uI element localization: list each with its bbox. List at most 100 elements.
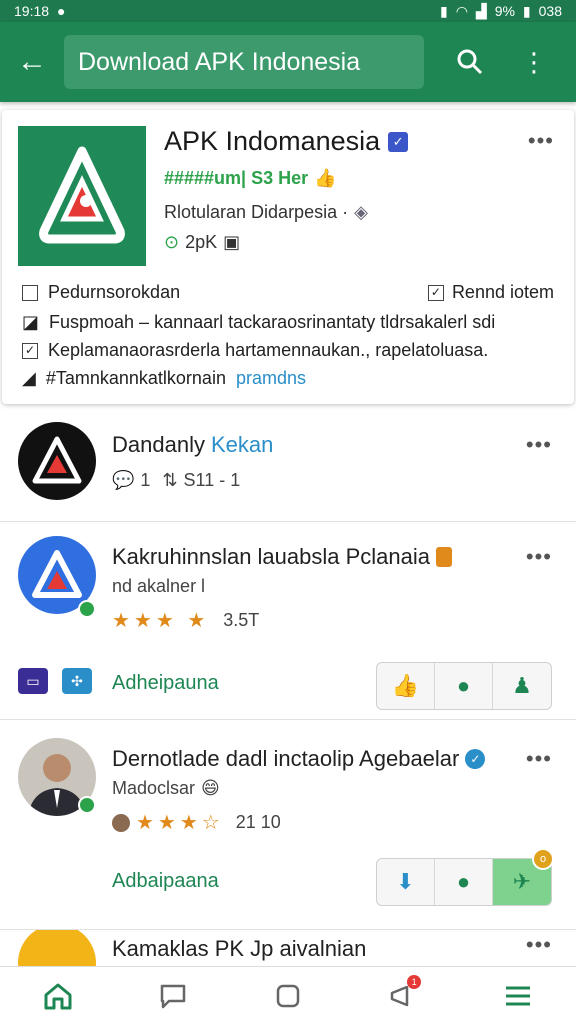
more-horiz-icon[interactable]: ••• (526, 932, 552, 958)
apk-logo-icon (39, 146, 125, 244)
apk-logo-icon (32, 550, 82, 598)
feature-label: Fuspmoah – kannaarl tackaraosrinantaty t… (49, 312, 496, 332)
item-title-link[interactable]: Kekan (211, 432, 273, 458)
developer-line: Rlotularan Didarpesia · ◈ (164, 202, 368, 223)
rating-line: #####um| S3 Her 👍 (164, 168, 337, 189)
verified-icon: ✓ (388, 131, 409, 152)
developer-name: Rlotularan Didarpesia · (164, 202, 349, 222)
item-title: Dernotlade dadl inctaolip Agebaelar ✓ (112, 746, 486, 772)
online-badge (78, 600, 96, 618)
rating-row: ★★★☆ 21 10 (112, 810, 281, 835)
status-bar: 19:18 ● ▮ ◠ ▟ 9% ▮ 038 (0, 0, 576, 22)
list-item[interactable]: Kamaklas PK Jp aivalnian ••• (0, 930, 576, 966)
avatar (18, 422, 96, 500)
online-badge (78, 796, 96, 814)
app-title: APK Indomanesia ✓ (164, 126, 409, 157)
menu-icon (506, 986, 531, 1005)
item-title: Dandanly Kekan (112, 432, 273, 458)
search-field[interactable]: Download APK Indonesia (64, 35, 424, 89)
download-button[interactable]: ⬇ (377, 859, 435, 905)
feature-row-4: ◢ #Tamnkannkatlkornain pramdns (22, 368, 306, 389)
check-circle-icon: ⊙ (164, 232, 180, 252)
battery-icon: ▮ (522, 2, 531, 19)
item-title-text: Dandanly (112, 432, 205, 457)
star-rating-icon: ★★★ ★ (112, 610, 210, 632)
user-button[interactable]: ♟ (493, 663, 551, 709)
battery-percent: 9% (494, 3, 515, 19)
thumb-up-icon: 👍 (391, 673, 420, 698)
action-link[interactable]: Adheipauna (112, 672, 219, 695)
item-title: Kamaklas PK Jp aivalnian (112, 936, 367, 961)
nav-home[interactable] (28, 967, 88, 1025)
vibrate-icon: ▮ (439, 2, 448, 19)
comment-icon: 💬 (112, 470, 135, 490)
app-bar: ← Download APK Indonesia ⋮ (0, 22, 576, 102)
app-logo (18, 126, 146, 266)
avatar (18, 930, 96, 966)
nav-notifications[interactable]: 1 (373, 967, 433, 1025)
more-horiz-icon[interactable]: ••• (526, 432, 552, 458)
comment-button[interactable]: ● (435, 663, 493, 709)
rating-row: ★★★ ★ 3.5T (112, 608, 259, 633)
emoji-icon: 😄 (201, 778, 220, 798)
notification-icon: ● (57, 3, 66, 19)
wifi-icon: ◠ (455, 2, 468, 19)
rating-text: #####um| S3 Her (164, 168, 309, 188)
home-icon (44, 983, 72, 1009)
star-rating-icon: ★★★☆ (136, 812, 224, 834)
item-subtitle: nd akalner l (112, 576, 206, 596)
reviewer-avatar (112, 813, 130, 832)
list-item[interactable]: Kakruhinnslan lauabsla Pclanaia ••• nd a… (0, 522, 576, 720)
thumb-icon: 👍 (314, 168, 337, 188)
action-button-group: ⬇ ● ✈ (376, 858, 552, 906)
image-icon: ▣ (223, 232, 241, 252)
size-line: ⊙ 2pK ▣ (164, 232, 240, 253)
item-subtitle: Madoclsar 😄 (112, 778, 220, 799)
share-icon: ⇅ (162, 470, 178, 490)
signal-icon: ▟ (475, 2, 487, 19)
more-horiz-icon[interactable]: ••• (528, 128, 554, 154)
search-icon (457, 49, 483, 75)
back-button[interactable]: ← (0, 22, 64, 102)
nav-overview[interactable] (258, 967, 318, 1025)
comment-count: 1 (140, 470, 151, 490)
feature-label: Pedurnsorokdan (48, 282, 181, 302)
checkbox-icon[interactable] (22, 284, 38, 301)
list-item[interactable]: Dandanly Kekan ••• 💬 1 ⇅ S11 - 1 (0, 412, 576, 522)
feature-link[interactable]: pramdns (236, 368, 306, 389)
media-icon: ▭ (18, 668, 48, 694)
feature-row-2: ◪ Fuspmoah – kannaarl tackaraosrinantaty… (22, 312, 495, 333)
nav-menu[interactable] (488, 967, 548, 1025)
bookmark-icon (436, 547, 452, 567)
notification-count-badge: 1 (407, 974, 422, 989)
nav-messages[interactable] (143, 967, 203, 1025)
share-count: S11 - 1 (183, 470, 241, 490)
more-horiz-icon[interactable]: ••• (526, 746, 552, 772)
rating-value: 3.5T (223, 610, 260, 630)
featured-app-card[interactable]: APK Indomanesia ✓ ••• #####um| S3 Her 👍 … (2, 110, 574, 404)
chat-bubble-icon: ● (456, 869, 471, 894)
list-item[interactable]: Dernotlade dadl inctaolip Agebaelar ✓ ••… (0, 720, 576, 930)
action-link[interactable]: Adbaipaana (112, 870, 219, 893)
comment-button[interactable]: ● (435, 859, 493, 905)
action-button-group: 👍 ● ♟ (376, 662, 552, 710)
download-icon: ⬇ (396, 869, 415, 894)
overflow-menu-button[interactable]: ⋮ (502, 22, 566, 102)
feature-label: #Tamnkannkatlkornain (45, 368, 226, 388)
like-button[interactable]: 👍 (377, 663, 435, 709)
network-icon: ✣ (62, 668, 92, 694)
checkbox-checked-icon[interactable]: ✓ (427, 284, 444, 301)
rating-value: 21 10 (235, 812, 281, 832)
person-icon: ♟ (512, 673, 532, 698)
feature-label: Keplamanaorasrderla hartamennaukan., rap… (48, 340, 489, 360)
search-button[interactable] (438, 22, 502, 102)
checkbox-checked-icon[interactable]: ✓ (22, 342, 38, 359)
app-title-text: APK Indomanesia (164, 126, 381, 156)
item-title: Kakruhinnslan lauabsla Pclanaia (112, 544, 452, 570)
item-subtitle-text: Madoclsar (112, 778, 196, 798)
bottom-navigation: 1 (0, 966, 576, 1024)
more-horiz-icon[interactable]: ••• (526, 544, 552, 570)
notification-badge: o (532, 848, 554, 870)
arrow-left-icon: ← (17, 45, 47, 78)
size-text: 2pK (185, 232, 218, 252)
